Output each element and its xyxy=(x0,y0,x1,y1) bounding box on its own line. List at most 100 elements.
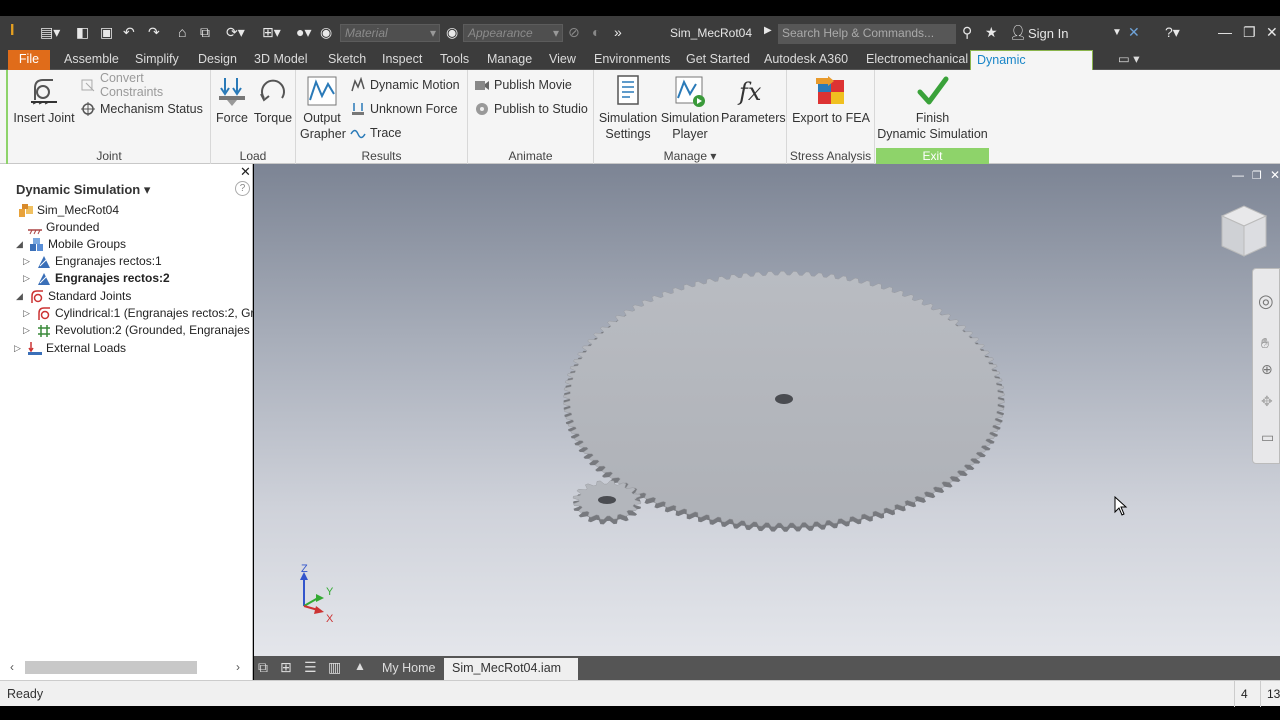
pan-hand-icon[interactable]: ✋︎ xyxy=(1261,335,1269,352)
close-icon[interactable]: ✕ xyxy=(1266,24,1278,41)
arrange-horizontal-icon[interactable]: ☰ xyxy=(304,659,317,676)
viewport-window-controls[interactable]: — ❐ ✕ xyxy=(1232,168,1280,182)
tab-design[interactable]: Design xyxy=(192,50,243,70)
force-button[interactable]: Force xyxy=(214,74,250,126)
new-file-icon[interactable]: ▤▾ xyxy=(40,24,60,41)
open-documents-menu-icon[interactable]: ▲ xyxy=(354,659,366,673)
tab-manage[interactable]: Manage xyxy=(481,50,538,70)
select-icon[interactable]: ⊞▾ xyxy=(262,24,281,41)
color-icon[interactable]: ●▾ xyxy=(296,24,311,41)
restore-icon[interactable]: ❐ xyxy=(1243,24,1256,41)
tab-environments[interactable]: Environments xyxy=(588,50,676,70)
search-input[interactable]: Search Help & Commands... xyxy=(778,24,956,44)
panel-manage-label[interactable]: Manage ▾ xyxy=(594,148,786,164)
unknown-force-button[interactable]: Unknown Force xyxy=(350,99,458,119)
tree-node-grounded[interactable]: Grounded xyxy=(27,219,99,236)
arrange-vertical-icon[interactable]: ▥ xyxy=(328,659,341,676)
tree-node-cylindrical-joint[interactable]: ▷ Cylindrical:1 (Engranajes rectos:2, Gr… xyxy=(23,305,274,322)
tree-node-gear-1[interactable]: ▷ Engranajes rectos:1 xyxy=(23,253,162,270)
material-dropdown[interactable]: Material xyxy=(340,24,440,42)
mechanism-status-button[interactable]: Mechanism Status xyxy=(80,99,203,119)
insert-joint-button[interactable]: Insert Joint xyxy=(12,74,76,126)
tree-node-root[interactable]: Sim_MecRot04 xyxy=(18,202,119,219)
panel-results: Output Grapher Dynamic Motion Unknown Fo… xyxy=(296,70,468,164)
appearance-dropdown[interactable]: Appearance xyxy=(463,24,563,42)
simulation-settings-button[interactable]: Simulation Settings xyxy=(597,74,659,142)
trace-button[interactable]: Trace xyxy=(350,123,402,143)
tab-autodesk-a360[interactable]: Autodesk A360 xyxy=(758,50,854,70)
graphics-viewport[interactable]: — ❐ ✕ ◎ ✋︎ ⊕ ✥ ▭ Z Y X xyxy=(254,164,1280,656)
viewcube[interactable] xyxy=(1216,202,1272,262)
inventor-logo-icon[interactable]: I xyxy=(10,22,14,40)
tab-sketch[interactable]: Sketch xyxy=(322,50,372,70)
export-to-fea-button[interactable]: Export to FEA xyxy=(789,74,873,126)
save-icon[interactable]: ▣ xyxy=(100,24,113,41)
binoculars-icon[interactable]: ⚲ xyxy=(962,24,972,41)
update-icon[interactable]: ⟳▾ xyxy=(226,24,245,41)
expand-right-icon[interactable]: ▷ xyxy=(23,270,33,287)
tree-node-standard-joints[interactable]: ◢ Standard Joints xyxy=(16,288,131,305)
expand-down-icon[interactable]: ◢ xyxy=(16,288,26,305)
minimize-icon[interactable]: — xyxy=(1218,24,1232,40)
browser-horizontal-scrollbar[interactable]: ‹ › xyxy=(0,656,253,680)
look-at-icon[interactable]: ▭ xyxy=(1261,429,1274,446)
scroll-right-icon[interactable]: › xyxy=(236,660,240,674)
open-icon[interactable]: ◧ xyxy=(76,24,89,41)
undo-icon[interactable]: ↶ xyxy=(123,24,135,41)
exchange-icon[interactable]: ✕ xyxy=(1128,24,1140,41)
more-icon[interactable]: » xyxy=(614,24,622,40)
steering-wheel-icon[interactable]: ◎ xyxy=(1258,291,1274,312)
tab-my-home[interactable]: My Home xyxy=(374,658,443,680)
scroll-left-icon[interactable]: ‹ xyxy=(10,660,14,674)
tab-electromechanical[interactable]: Electromechanical xyxy=(860,50,974,70)
favorites-star-icon[interactable]: ★ xyxy=(985,24,998,41)
tab-3d-model[interactable]: 3D Model xyxy=(248,50,314,70)
dynamic-motion-button[interactable]: Dynamic Motion xyxy=(350,75,460,95)
help-icon[interactable]: ? xyxy=(235,181,250,196)
expand-right-icon[interactable]: ▷ xyxy=(23,305,33,322)
tree-node-mobile-groups[interactable]: ◢ Mobile Groups xyxy=(16,236,126,253)
close-browser-icon[interactable]: ✕ xyxy=(240,164,251,180)
tile-windows-icon[interactable]: ⊞ xyxy=(280,659,292,676)
sign-in-button[interactable]: Sign In xyxy=(1028,26,1068,41)
parameters-button[interactable]: fx Parameters xyxy=(721,74,786,126)
tab-view[interactable]: View xyxy=(543,50,582,70)
tab-get-started[interactable]: Get Started xyxy=(680,50,756,70)
tab-active-document[interactable]: Sim_MecRot04.iam ✕ xyxy=(444,658,578,696)
convert-constraints-button[interactable]: Convert Constraints xyxy=(80,71,210,99)
publish-studio-button[interactable]: Publish to Studio xyxy=(474,99,588,119)
expand-right-icon[interactable]: ▷ xyxy=(14,340,24,357)
tree-node-gear-2[interactable]: ▷ Engranajes rectos:2 xyxy=(23,270,170,287)
axis-x-label: X xyxy=(326,613,334,625)
finish-dynamic-simulation-button[interactable]: Finish Dynamic Simulation xyxy=(876,74,989,142)
chevron-down-icon[interactable]: ▼ xyxy=(1112,27,1122,38)
home-icon[interactable]: ⌂ xyxy=(178,24,186,40)
expand-right-icon[interactable]: ▷ xyxy=(23,322,33,339)
ribbon-options-icon[interactable]: ▭ ▾ xyxy=(1112,50,1146,70)
tab-dynamic-simulation[interactable]: Dynamic Simulation xyxy=(970,50,1093,86)
torque-button[interactable]: Torque xyxy=(253,74,293,126)
output-grapher-icon xyxy=(307,76,337,106)
simulation-player-button[interactable]: Simulation Player xyxy=(659,74,721,142)
expand-down-icon[interactable]: ◢ xyxy=(16,236,26,253)
tab-assemble[interactable]: Assemble xyxy=(58,50,125,70)
clear-appearance-icon[interactable]: ⊘ xyxy=(568,24,580,41)
redo-icon[interactable]: ↷ xyxy=(148,24,160,41)
scrollbar-thumb[interactable] xyxy=(25,661,197,674)
adjust-icon[interactable]: ◐ xyxy=(592,24,600,40)
expand-right-icon[interactable]: ▷ xyxy=(23,253,33,270)
orbit-icon[interactable]: ✥ xyxy=(1261,393,1273,410)
tab-file[interactable]: File xyxy=(8,50,50,70)
tab-tools[interactable]: Tools xyxy=(434,50,475,70)
browser-title[interactable]: Dynamic Simulation ▾ xyxy=(16,182,150,198)
help-icon[interactable]: ?▾ xyxy=(1165,24,1180,41)
tree-node-external-loads[interactable]: ▷ External Loads xyxy=(14,340,126,357)
tree-node-revolution-joint[interactable]: ▷ Revolution:2 (Grounded, Engranajes rec… xyxy=(23,322,279,339)
return-icon[interactable]: ⧉ xyxy=(200,24,210,41)
tab-inspect[interactable]: Inspect xyxy=(376,50,428,70)
publish-movie-button[interactable]: Publish Movie xyxy=(474,75,572,95)
tab-simplify[interactable]: Simplify xyxy=(129,50,185,70)
zoom-icon[interactable]: ⊕ xyxy=(1261,361,1273,378)
output-grapher-button[interactable]: Output Grapher xyxy=(300,74,346,142)
cascade-windows-icon[interactable]: ⧉ xyxy=(258,659,268,676)
